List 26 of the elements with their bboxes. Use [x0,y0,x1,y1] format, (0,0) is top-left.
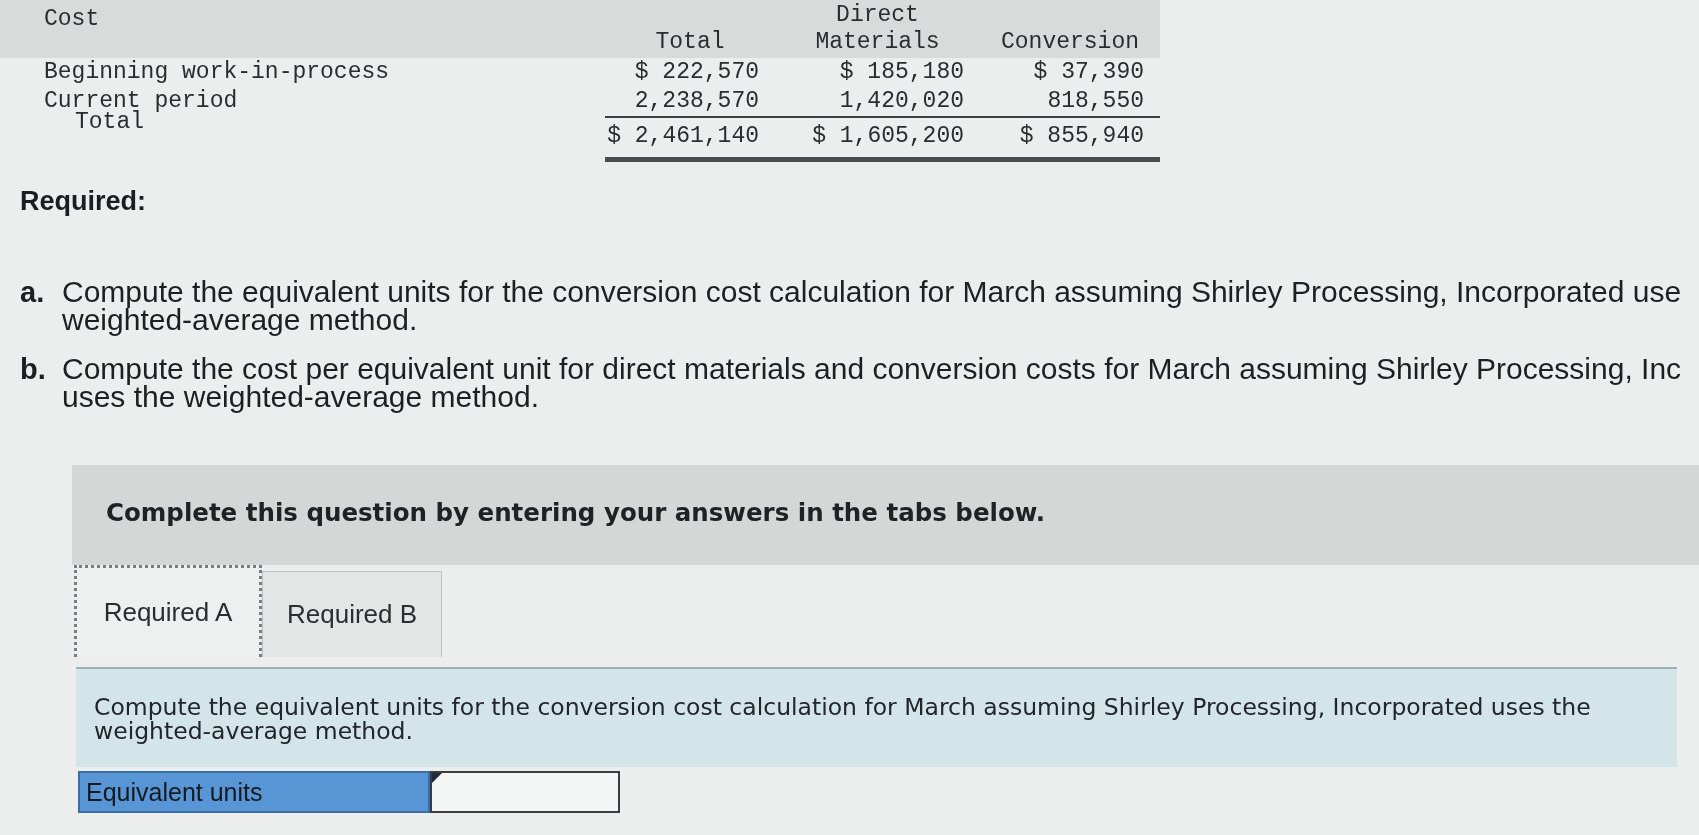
table-cell-text: 818,550 [1046,87,1145,116]
question-text: Compute the cost per equivalent unit for direct materials and conversion costs for March assuming Shirley Processing, Inc uses the weighted-average method. [62,355,1682,411]
corner-marker-icon [432,773,442,783]
answer-input[interactable] [430,771,620,813]
question-text: Compute the equivalent units for the conversion cost calculation for March assuming Shirley Processing, Incorporated use weighted-average method. [62,278,1682,334]
table-cell-text: $ 222,570 [633,58,760,87]
column-header: Total [654,29,726,56]
table-cell-text: 1,420,020 [838,87,965,116]
section-heading: Required: [20,185,146,218]
column-header: Conversion [1001,29,1139,56]
instruction-text: Complete this question by entering your answers in the tabs below. [106,497,1046,527]
table-cell-text: 2,238,570 [633,87,760,116]
column-header: Direct Materials [814,2,941,56]
answer-label: Equivalent units [78,771,430,813]
tab[interactable]: Required A [74,565,262,657]
table-cell-text: $ 185,180 [838,58,965,87]
table-cell: $ 2,461,140 [605,116,775,162]
table-cell: $ 1,605,200 [775,116,980,162]
row-label: Beginning work-in-process [44,58,390,87]
item-marker: a. [20,278,46,306]
table-cell-text: $ 37,390 [1032,58,1145,87]
tab[interactable]: Required B [262,571,443,657]
prompt-text: Compute the equivalent units for the conversion cost calculation for March assuming Shirley Processing, Incorporated uses the weighted-average method. [94,695,1592,743]
table-title: Cost [44,6,100,32]
table-cell: $ 855,940 [980,116,1160,162]
item-marker: b. [20,355,47,383]
